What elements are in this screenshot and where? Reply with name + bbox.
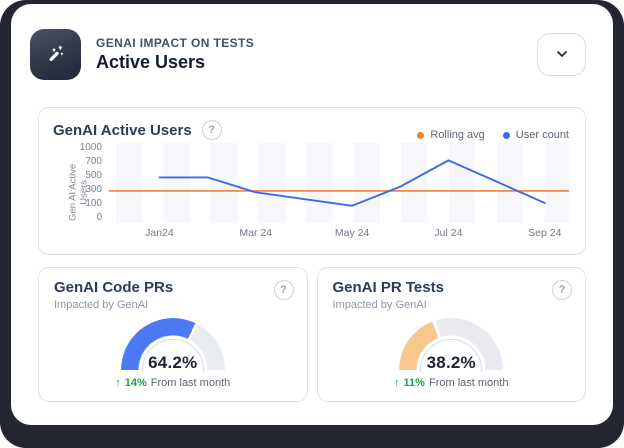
chevron-down-icon (554, 46, 570, 62)
pr-tests-card: GenAI PR Tests Impacted by GenAI ? 38.2%… (317, 267, 587, 402)
y-tick: 0 (96, 213, 102, 223)
line-plot-area[interactable] (109, 143, 569, 223)
x-tick: Jan24 (145, 227, 174, 239)
app-icon (30, 29, 81, 80)
active-users-chart-card: GenAI Active Users ? Rolling avg User co… (38, 107, 586, 255)
code-prs-gauge: 64.2% (121, 318, 225, 372)
plot-column: Jan24 Mar 24 May 24 Jul 24 Sep 24 (109, 143, 569, 241)
code-prs-card: GenAI Code PRs Impacted by GenAI ? 64.2%… (38, 267, 308, 402)
chart-region: Gen AI Active Users 1000 700 500 300 100… (53, 143, 569, 241)
y-axis-title: Gen AI Active Users (53, 143, 77, 241)
help-icon[interactable]: ? (202, 120, 222, 140)
collapse-button[interactable] (537, 33, 586, 76)
gauge-value: 64.2% (143, 353, 203, 372)
x-tick: Sep 24 (528, 227, 561, 239)
y-axis-title-line1: Gen AI Active (68, 152, 79, 232)
chart-title-row: GenAI Active Users ? Rolling avg User co… (53, 119, 569, 141)
header: GENAI IMPACT ON TESTS Active Users (30, 28, 586, 80)
chart-title: GenAI Active Users (53, 122, 192, 139)
x-axis-ticks: Jan24 Mar 24 May 24 Jul 24 Sep 24 (109, 223, 569, 241)
gauge-card-title: GenAI Code PRs (54, 279, 292, 296)
delta-percent: 11% (404, 377, 425, 389)
gauge-card-subtitle: Impacted by GenAI (54, 299, 292, 311)
up-arrow-icon: ↑ (394, 377, 400, 389)
gauge-value: 38.2% (421, 353, 481, 372)
up-arrow-icon: ↑ (115, 377, 121, 389)
help-icon[interactable]: ? (552, 280, 572, 300)
widget-window: GENAI IMPACT ON TESTS Active Users GenAI… (11, 4, 613, 425)
rolling-avg-dot-icon (417, 132, 424, 139)
widget-eyebrow: GENAI IMPACT ON TESTS (96, 36, 537, 50)
delta-row: ↑ 11% From last month (333, 377, 571, 389)
help-icon[interactable]: ? (274, 280, 294, 300)
delta-note: From last month (429, 377, 508, 389)
gauge-cards-row: GenAI Code PRs Impacted by GenAI ? 64.2%… (38, 267, 586, 402)
user-count-dot-icon (503, 132, 510, 139)
x-tick: Mar 24 (239, 227, 272, 239)
delta-row: ↑ 14% From last month (54, 377, 292, 389)
delta-note: From last month (151, 377, 230, 389)
delta-percent: 14% (125, 377, 147, 389)
magic-wand-icon (43, 41, 69, 67)
legend-label: Rolling avg (430, 129, 484, 141)
x-tick: Jul 24 (434, 227, 462, 239)
gauge-card-subtitle: Impacted by GenAI (333, 299, 571, 311)
chart-legend: Rolling avg User count (417, 129, 569, 141)
legend-item-rolling-avg[interactable]: Rolling avg (417, 129, 484, 141)
x-tick: May 24 (335, 227, 369, 239)
header-text: GENAI IMPACT ON TESTS Active Users (96, 36, 537, 73)
page-title: Active Users (96, 52, 537, 73)
legend-item-user-count[interactable]: User count (503, 129, 569, 141)
y-axis-title-line2: Users (79, 152, 90, 232)
pr-tests-gauge: 38.2% (399, 318, 503, 372)
legend-label: User count (516, 129, 569, 141)
gauge-card-title: GenAI PR Tests (333, 279, 571, 296)
screenshot-stage: GENAI IMPACT ON TESTS Active Users GenAI… (0, 0, 624, 448)
line-chart-svg (109, 143, 569, 223)
